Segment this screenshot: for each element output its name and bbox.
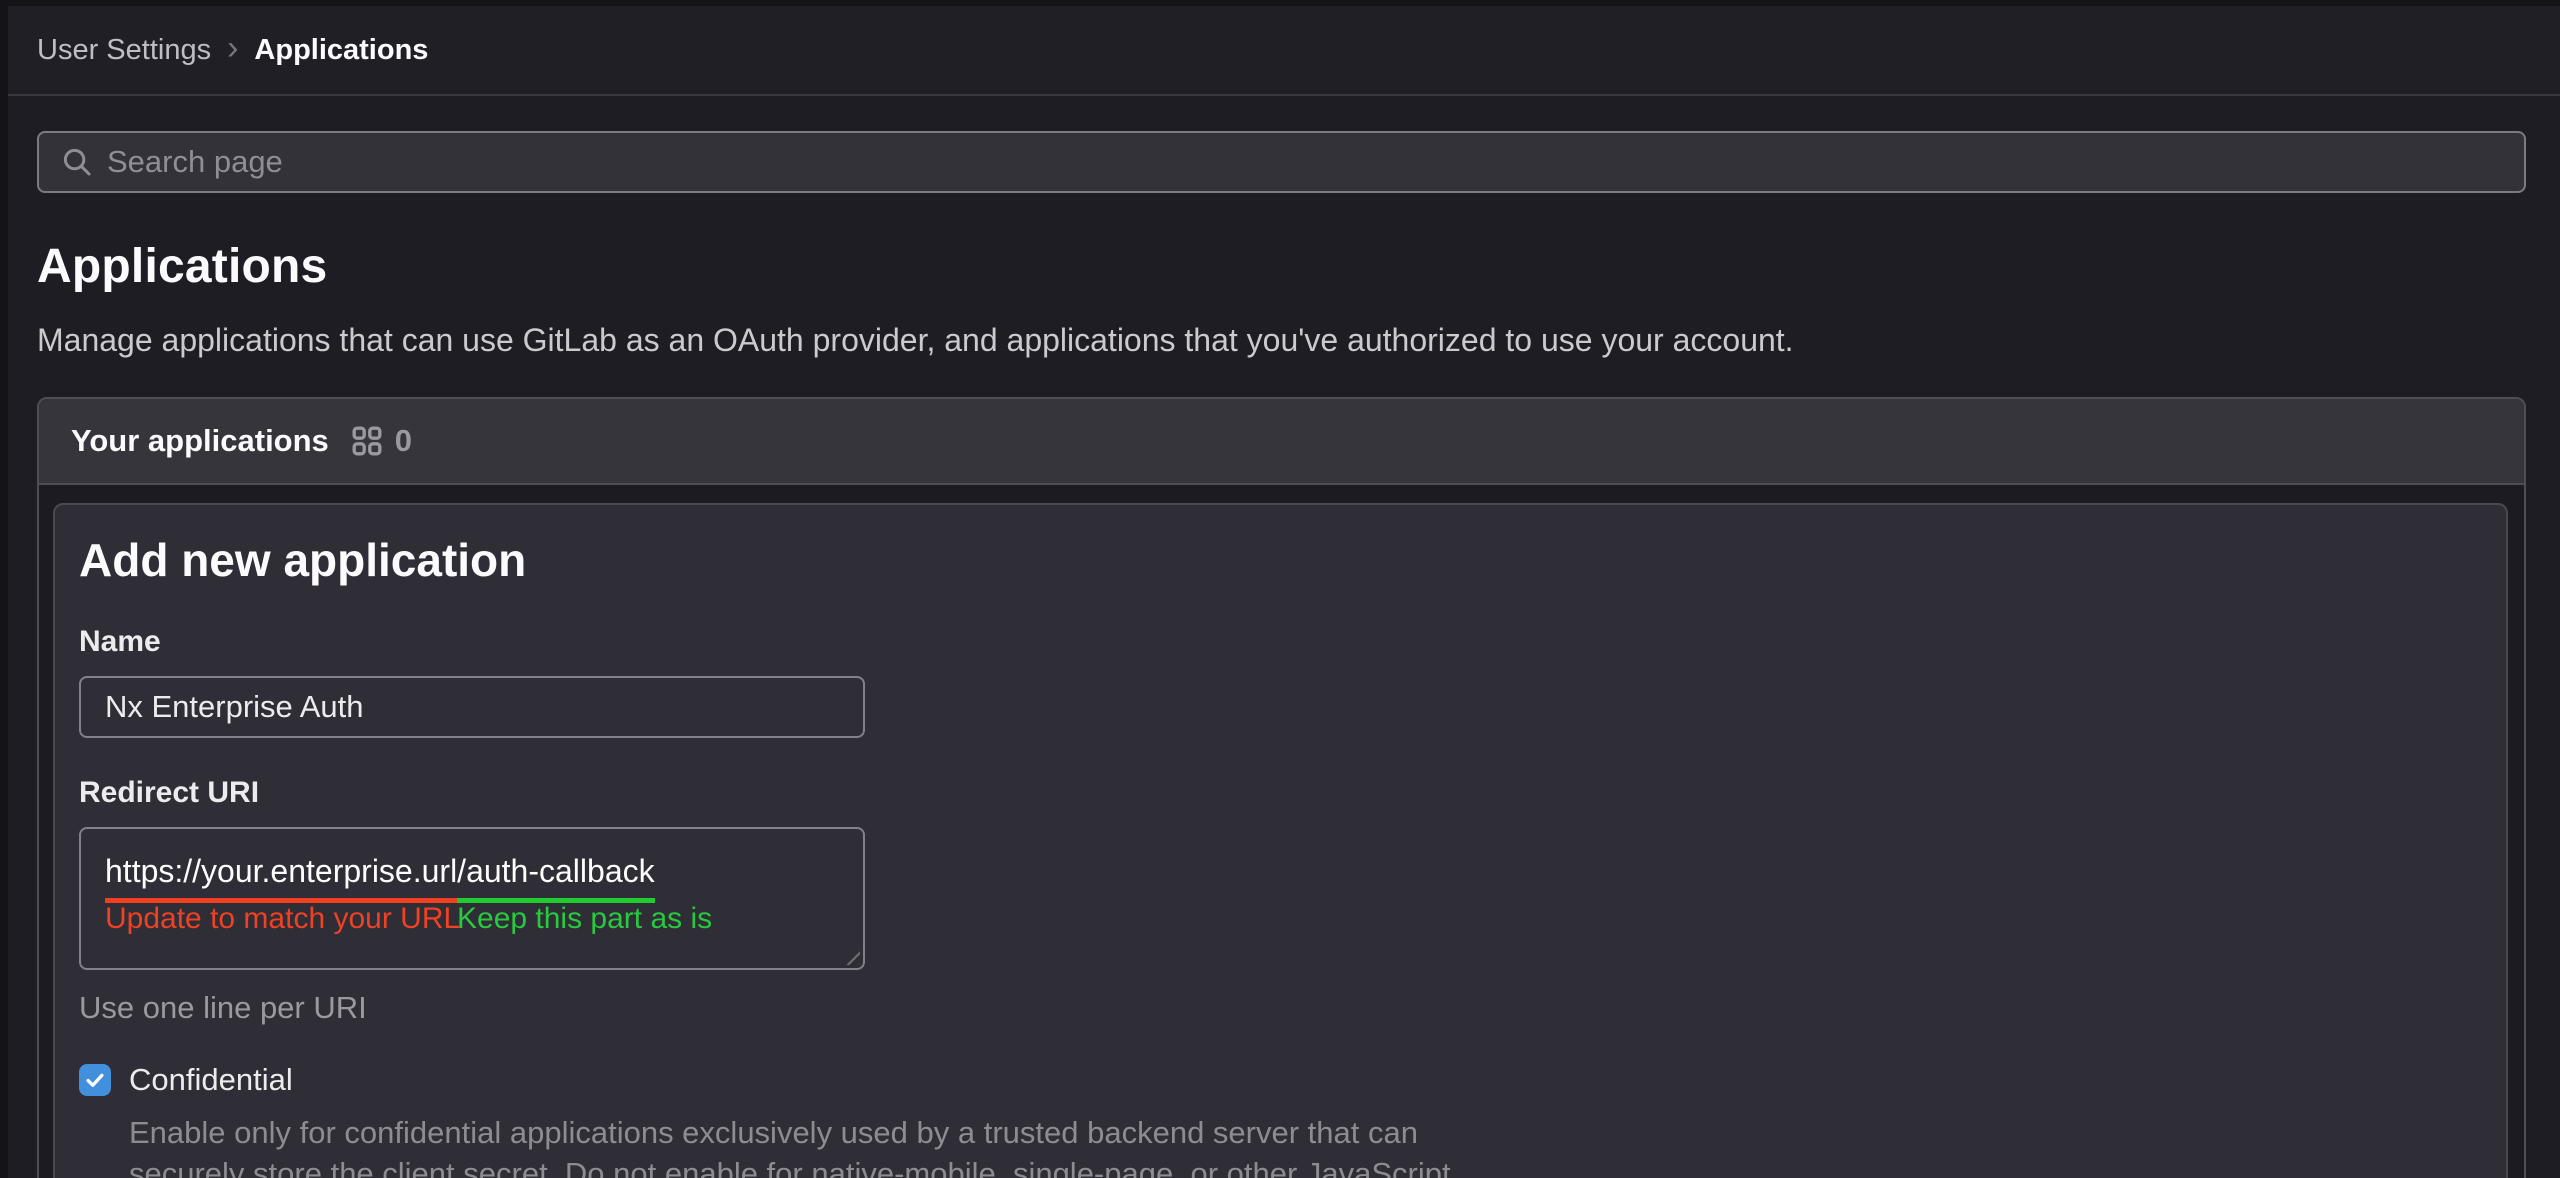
breadcrumb-applications: Applications: [254, 34, 428, 67]
top-navigation-bar: User Settings › Applications: [8, 6, 2560, 96]
your-applications-header: Your applications 0: [39, 399, 2524, 485]
redirect-url-path: /auth-callback: [457, 853, 654, 903]
add-new-application-card: Add new application Name Redirect URI ht…: [53, 503, 2508, 1178]
your-applications-panel: Your applications 0 Add new application …: [37, 397, 2526, 1178]
redirect-uri-annotations: Update to match your URL Keep this part …: [105, 902, 863, 936]
redirect-url-base: https://your.enterprise.url: [105, 853, 457, 903]
search-box[interactable]: [37, 131, 2526, 193]
name-label: Name: [79, 625, 2466, 659]
redirect-uri-value: https://your.enterprise.url/auth-callbac…: [105, 853, 863, 890]
checkmark-icon: [84, 1069, 106, 1091]
confidential-label[interactable]: Confidential: [129, 1062, 293, 1098]
main-content: Applications Manage applications that ca…: [37, 96, 2526, 1178]
search-input[interactable]: [107, 133, 2524, 191]
redirect-uri-label: Redirect URI: [79, 776, 2466, 810]
applications-grid-icon: [351, 425, 383, 457]
search-icon: [61, 146, 93, 178]
chevron-right-icon: ›: [227, 31, 238, 69]
applications-count-badge: 0: [395, 423, 412, 459]
redirect-uri-hint: Use one line per URI: [79, 990, 2466, 1026]
confidential-checkbox[interactable]: [79, 1064, 111, 1096]
annotation-update-url: Update to match your URL: [105, 902, 457, 936]
application-name-input[interactable]: [79, 676, 865, 738]
your-applications-title: Your applications: [71, 423, 329, 459]
annotation-keep-part: Keep this part as is: [457, 902, 712, 936]
redirect-uri-textarea[interactable]: https://your.enterprise.url/auth-callbac…: [79, 827, 865, 970]
page-title: Applications: [37, 239, 2526, 294]
confidential-checkbox-row: Confidential: [79, 1062, 2466, 1098]
breadcrumb: User Settings › Applications: [37, 31, 428, 69]
breadcrumb-user-settings[interactable]: User Settings: [37, 34, 211, 67]
textarea-resize-handle[interactable]: [844, 949, 860, 965]
window-frame-top-edge: [0, 0, 2560, 6]
your-applications-body: Add new application Name Redirect URI ht…: [39, 485, 2524, 1178]
page-description: Manage applications that can use GitLab …: [37, 322, 2526, 359]
add-application-title: Add new application: [79, 533, 2466, 587]
window-frame-left-edge: [0, 0, 8, 1178]
confidential-help-text: Enable only for confidential application…: [79, 1112, 1459, 1178]
